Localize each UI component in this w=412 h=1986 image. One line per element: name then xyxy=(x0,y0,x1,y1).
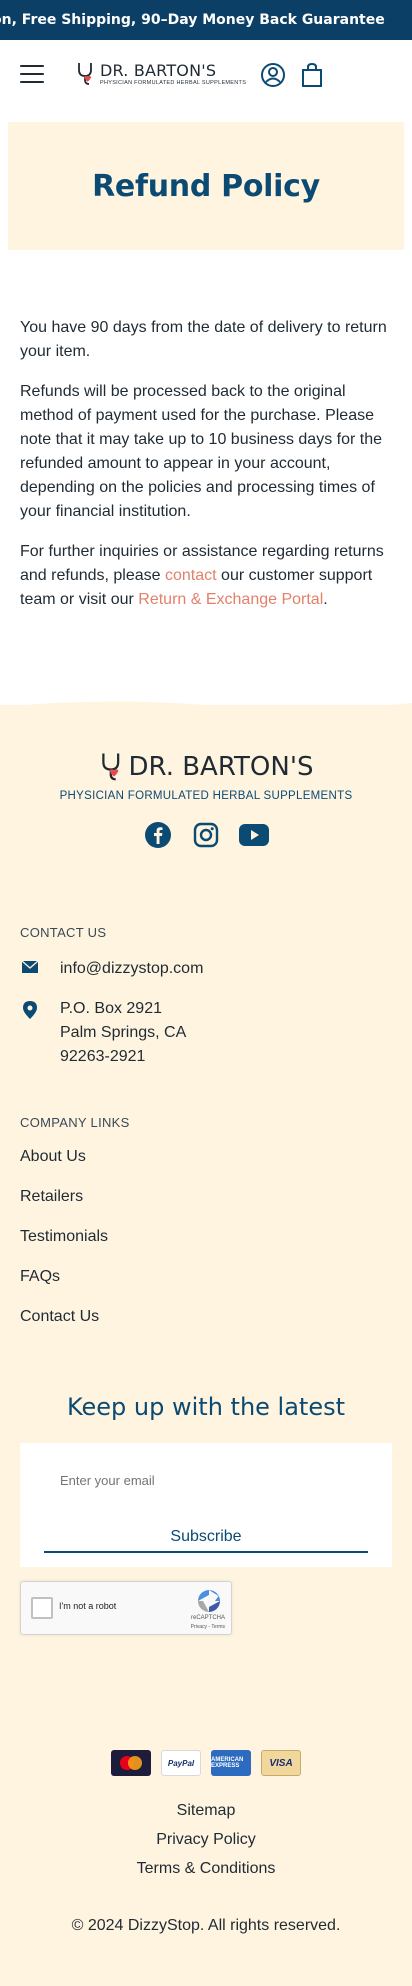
page: on, Free Shipping, 90–Day Money Back Gua… xyxy=(0,0,412,1986)
brand-name: DR. BARTON'S xyxy=(100,60,217,80)
footer-link-faqs[interactable]: FAQs xyxy=(20,1268,60,1286)
recaptcha-widget: I'm not a robot reCAPTCHA Privacy - Term… xyxy=(20,1581,232,1635)
newsletter-email-input[interactable] xyxy=(60,1473,360,1488)
menu-icon[interactable] xyxy=(20,65,44,83)
address-line: P.O. Box 2921 xyxy=(60,1000,162,1017)
policy-paragraph: Refunds will be processed back to the or… xyxy=(20,383,382,520)
footer-link-retailers[interactable]: Retailers xyxy=(20,1188,83,1206)
payment-methods: PayPal AMERICAN EXPRESS VISA xyxy=(0,1750,412,1776)
social-links xyxy=(0,820,412,850)
policy-paragraph: For further inquiries or assistance rega… xyxy=(20,540,392,612)
footer-wave xyxy=(0,701,412,717)
company-section-label: COMPANY LINKS xyxy=(20,1115,130,1130)
contact-link[interactable]: contact xyxy=(165,567,217,584)
facebook-icon[interactable] xyxy=(143,820,173,850)
stethoscope-icon xyxy=(101,753,119,781)
visa-icon: VISA xyxy=(261,1750,301,1776)
footer-brand-name: DR. BARTON'S xyxy=(128,752,314,782)
footer-logo[interactable]: DR. BARTON'S PHYSICIAN FORMULATED HERBAL… xyxy=(0,751,412,802)
paragraph-text: . xyxy=(323,591,328,608)
page-title: Refund Policy xyxy=(92,168,320,204)
recaptcha-terms[interactable]: Privacy - Terms xyxy=(191,1624,225,1630)
hero-banner: Refund Policy xyxy=(8,122,404,250)
paypal-icon: PayPal xyxy=(161,1750,201,1776)
newsletter-title: Keep up with the latest xyxy=(66,1393,346,1421)
brand-logo[interactable]: DR. BARTON'S PHYSICIAN FORMULATED HERBAL… xyxy=(76,61,246,87)
cart-icon[interactable] xyxy=(300,62,324,88)
sitemap-link[interactable]: Sitemap xyxy=(0,1802,412,1820)
site-footer: DR. BARTON'S PHYSICIAN FORMULATED HERBAL… xyxy=(0,701,412,1986)
mastercard-icon xyxy=(111,1750,151,1776)
recaptcha-checkbox[interactable] xyxy=(31,1597,53,1619)
policy-paragraph: You have 90 days from the date of delive… xyxy=(20,319,387,360)
privacy-policy-link[interactable]: Privacy Policy xyxy=(0,1831,412,1849)
footer-email[interactable]: info@dizzystop.com xyxy=(60,957,203,981)
footer-link-contact[interactable]: Contact Us xyxy=(20,1308,99,1326)
instagram-icon[interactable] xyxy=(191,820,221,850)
subscribe-button[interactable]: Subscribe xyxy=(44,1523,368,1553)
recaptcha-icon xyxy=(198,1590,220,1612)
address-line: Palm Springs, CA xyxy=(60,1024,187,1041)
terms-link[interactable]: Terms & Conditions xyxy=(0,1860,412,1878)
newsletter-form: Subscribe xyxy=(20,1443,392,1567)
location-pin-icon xyxy=(20,997,40,1069)
recaptcha-brand: reCAPTCHA xyxy=(190,1615,225,1621)
policy-content: You have 90 days from the date of delive… xyxy=(0,250,412,612)
amex-icon: AMERICAN EXPRESS xyxy=(211,1750,251,1776)
contact-section-label: CONTACT US xyxy=(20,925,107,940)
account-icon[interactable] xyxy=(260,62,286,88)
announcement-bar: on, Free Shipping, 90–Day Money Back Gua… xyxy=(0,0,412,40)
return-portal-link[interactable]: Return & Exchange Portal xyxy=(138,591,323,608)
footer-brand-tagline: PHYSICIAN FORMULATED HERBAL SUPPLEMENTS xyxy=(59,790,353,802)
recaptcha-label: I'm not a robot xyxy=(59,1601,117,1611)
email-icon xyxy=(20,957,40,981)
footer-link-about[interactable]: About Us xyxy=(20,1148,86,1166)
announcement-text: on, Free Shipping, 90–Day Money Back Gua… xyxy=(0,12,385,28)
footer-link-testimonials[interactable]: Testimonials xyxy=(20,1228,108,1246)
stethoscope-icon xyxy=(78,63,92,85)
email-row[interactable]: info@dizzystop.com xyxy=(20,957,203,981)
site-header: DR. BARTON'S PHYSICIAN FORMULATED HERBAL… xyxy=(0,40,412,108)
address-line: 92263-2921 xyxy=(60,1048,146,1065)
youtube-icon[interactable] xyxy=(239,820,269,850)
copyright: © 2024 DizzyStop. All rights reserved. xyxy=(71,1917,341,1934)
brand-tagline: PHYSICIAN FORMULATED HERBAL SUPPLEMENTS xyxy=(100,79,247,86)
address-row: P.O. Box 2921 Palm Springs, CA 92263-292… xyxy=(20,997,186,1069)
